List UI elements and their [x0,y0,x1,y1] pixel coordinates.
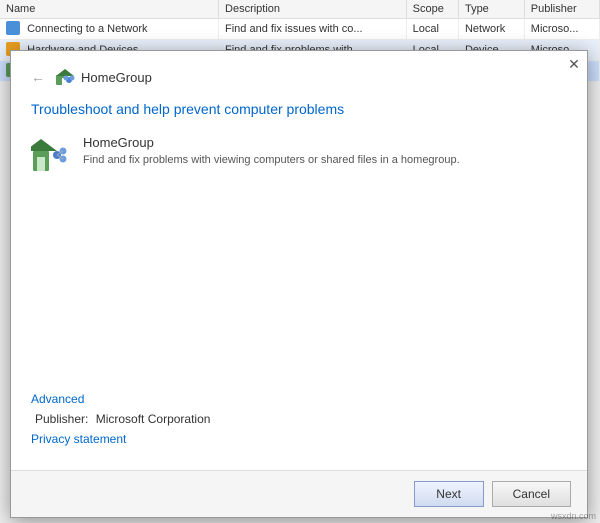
tool-item-desc: Find and fix problems with viewing compu… [83,153,460,168]
bottom-links: Advanced Publisher: Microsoft Corporatio… [31,384,567,460]
network-icon [6,21,20,35]
advanced-link[interactable]: Advanced [31,392,567,406]
close-button[interactable]: ✕ [561,51,587,77]
cancel-button[interactable]: Cancel [492,481,571,507]
next-button[interactable]: Next [414,481,484,507]
publisher-name: Microsoft Corporation [96,412,211,426]
back-arrow-icon: ← [31,69,45,85]
troubleshoot-heading: Troubleshoot and help prevent computer p… [31,101,567,117]
dialog-body: ← HomeGroup Troubleshoot and help preven… [11,51,587,470]
tool-item-name: HomeGroup [83,135,460,150]
tool-item: HomeGroup Find and fix problems with vie… [31,135,567,175]
back-nav: ← HomeGroup [31,67,567,87]
homegroup-icon [31,135,71,175]
nav-title: HomeGroup [81,70,152,85]
watermark: wsxdn.com [551,511,596,521]
tool-item-text: HomeGroup Find and fix problems with vie… [83,135,460,168]
publisher-line: Publisher: Microsoft Corporation [31,412,567,426]
homegroup-nav-icon [55,67,75,87]
dialog-footer: Next Cancel [11,470,587,517]
troubleshoot-dialog: ✕ ← HomeGroup Troubleshoot and help prev… [10,50,588,518]
publisher-label: Publisher: [35,412,88,426]
privacy-link[interactable]: Privacy statement [31,432,567,446]
table-row[interactable]: Connecting to a Network Find and fix iss… [0,19,600,40]
